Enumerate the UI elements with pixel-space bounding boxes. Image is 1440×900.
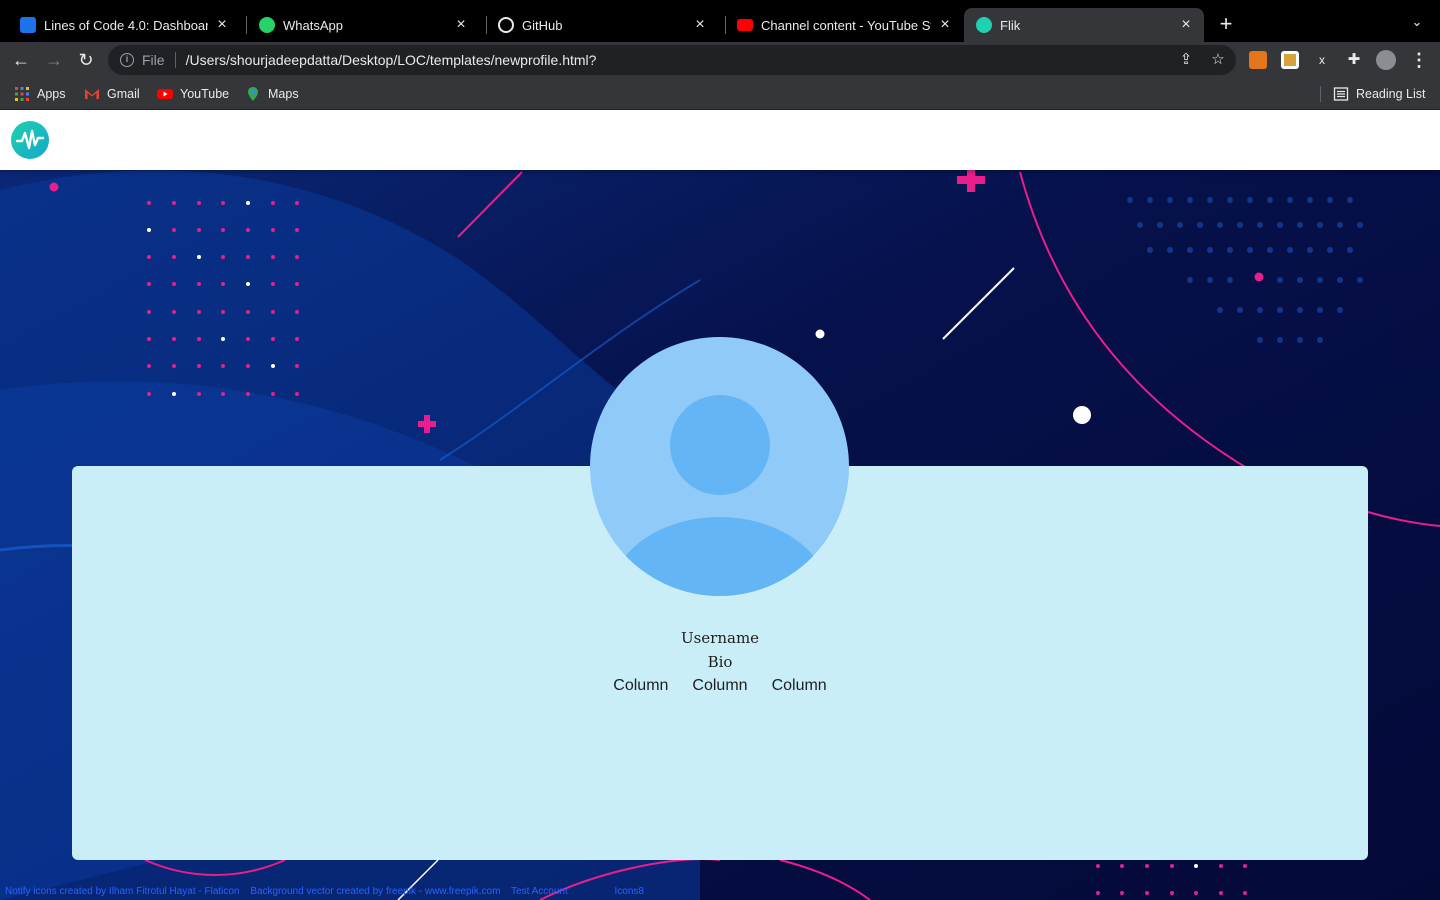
bookmark-label: YouTube (180, 87, 230, 101)
share-icon[interactable]: ⇪ (1178, 52, 1194, 68)
tab-title: Lines of Code 4.0: Dashboard | (44, 17, 208, 33)
reading-list-button[interactable]: Reading List (1333, 86, 1426, 102)
close-icon[interactable]: × (937, 17, 953, 33)
bookmark-label: Maps (268, 87, 299, 101)
tab-lines-of-code[interactable]: Lines of Code 4.0: Dashboard | × (8, 8, 240, 42)
maps-icon (248, 87, 258, 101)
more-menu-icon[interactable]: ⋮ (1410, 50, 1428, 70)
profile-column: Column (771, 677, 827, 694)
forward-arrow-icon[interactable]: → (42, 48, 66, 72)
address-bar[interactable]: i File /Users/shourjadeepdatta/Desktop/L… (108, 45, 1236, 75)
tab-search-chevron-icon[interactable]: ⌄ (1407, 14, 1427, 34)
profile-column: Column (613, 677, 669, 694)
bookmarks-divider (1320, 86, 1321, 102)
flik-logo-icon[interactable] (11, 121, 49, 159)
address-scheme: File (142, 52, 165, 68)
bookmark-label: Apps (37, 87, 66, 101)
puzzle-extensions-icon[interactable]: ✚ (1345, 51, 1363, 69)
close-icon[interactable]: × (1178, 17, 1194, 33)
apps-grid-icon (15, 87, 29, 101)
back-arrow-icon[interactable]: ← (9, 48, 33, 72)
credit-link-freepik[interactable]: Background vector created by freepik - w… (250, 886, 500, 897)
metamask-extension-icon[interactable] (1249, 51, 1267, 69)
tab-title: WhatsApp (283, 17, 343, 33)
app-navbar (0, 110, 1440, 170)
reading-list-label: Reading List (1356, 87, 1426, 101)
github-icon (498, 17, 514, 33)
reading-list-icon (1333, 87, 1349, 101)
extension-icon[interactable] (1281, 51, 1299, 69)
profile-column: Column (692, 677, 748, 694)
x-extension-icon[interactable]: x (1313, 51, 1331, 69)
close-icon[interactable]: × (453, 17, 469, 33)
bookmark-star-icon[interactable]: ☆ (1210, 52, 1226, 68)
bookmark-apps[interactable]: Apps (14, 86, 66, 102)
credit-link-test-account[interactable]: Test Account (511, 886, 568, 897)
info-icon[interactable]: i (120, 53, 134, 67)
profile-username: Username (680, 629, 760, 647)
browser-toolbar: ← → ↻ i File /Users/shourjadeepdatta/Des… (0, 42, 1440, 78)
tab-youtube-studio[interactable]: Channel content - YouTube Stu × (725, 8, 963, 42)
document-icon (20, 17, 36, 33)
profile-bio: Bio (707, 653, 733, 671)
bookmark-youtube[interactable]: YouTube (157, 86, 229, 102)
flik-icon (976, 17, 992, 33)
profile-avatar[interactable] (1376, 50, 1396, 70)
profile-avatar-image[interactable] (590, 337, 849, 596)
reload-icon[interactable]: ↻ (74, 48, 98, 72)
whatsapp-icon (259, 17, 275, 33)
youtube-icon (157, 89, 173, 99)
youtube-icon (737, 19, 753, 31)
page-viewport: Username Bio Column Column Column Notify… (0, 110, 1440, 900)
new-tab-button[interactable]: + (1214, 13, 1238, 37)
avatar-body-shape (610, 517, 829, 596)
gmail-icon (85, 89, 99, 99)
tab-strip: Lines of Code 4.0: Dashboard | × WhatsAp… (0, 0, 1440, 42)
tab-whatsapp[interactable]: WhatsApp × (247, 8, 479, 42)
profile-columns: Column Column Column (0, 677, 1440, 695)
tab-title: GitHub (522, 17, 563, 33)
tab-title: Flik (1000, 17, 1021, 33)
footer-credits: Notify icons created by Ilham Fitrotul H… (5, 886, 652, 897)
avatar-head-shape (670, 395, 770, 495)
bookmark-label: Gmail (107, 87, 140, 101)
close-icon[interactable]: × (214, 17, 230, 33)
tab-flik[interactable]: Flik × (964, 8, 1204, 42)
tab-github[interactable]: GitHub × (486, 8, 718, 42)
address-url[interactable]: /Users/shourjadeepdatta/Desktop/LOC/temp… (186, 52, 597, 68)
bookmarks-bar: Apps Gmail YouTube Maps Reading List (0, 78, 1440, 110)
address-divider (174, 52, 176, 68)
credit-link-flaticon[interactable]: Notify icons created by Ilham Fitrotul H… (5, 886, 240, 897)
tab-title: Channel content - YouTube Stu (761, 17, 931, 33)
bookmark-gmail[interactable]: Gmail (84, 86, 140, 102)
credit-link-icons8[interactable]: Icons8 (615, 886, 644, 897)
close-icon[interactable]: × (692, 17, 708, 33)
bookmark-maps[interactable]: Maps (245, 86, 299, 102)
